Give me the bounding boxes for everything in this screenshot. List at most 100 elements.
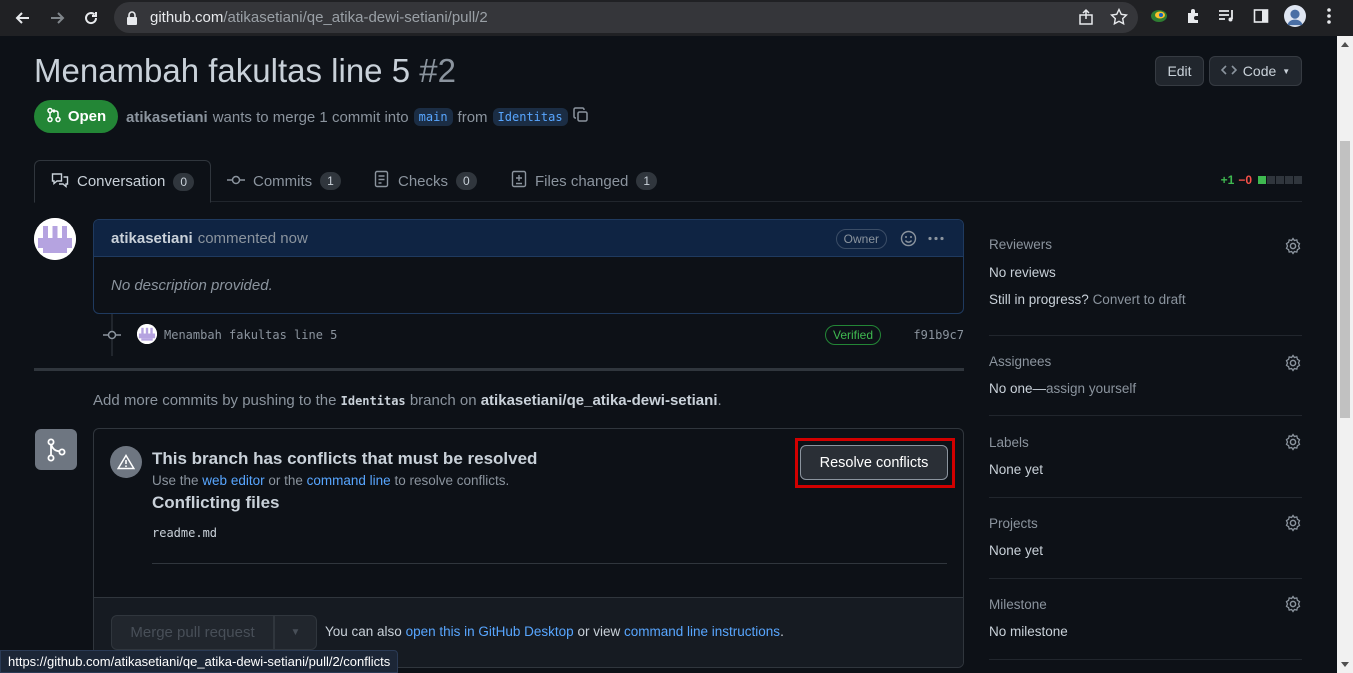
comment-author[interactable]: atikasetiani [111,230,193,247]
copy-icon[interactable] [572,107,589,127]
share-icon[interactable] [1078,8,1096,31]
gear-icon[interactable] [1284,433,1302,451]
edit-button[interactable]: Edit [1155,56,1204,86]
tab-conversation[interactable]: Conversation 0 [34,160,212,203]
gear-icon[interactable] [1284,514,1302,532]
media-control-icon[interactable] [1216,4,1238,28]
extension-logo-icon[interactable] [1148,4,1170,28]
code-icon [1220,63,1237,79]
comment-action[interactable]: commented now [198,230,308,247]
command-line-instructions-link[interactable]: command line instructions [624,624,780,639]
divider [152,563,947,564]
timeline-divider [34,368,964,371]
avatar[interactable] [34,218,76,260]
base-branch-label[interactable]: main [413,108,453,126]
sidebar-title[interactable]: Projects [989,516,1038,531]
browser-toolbar: github.com/atikasetiani/qe_atika-dewi-se… [0,0,1353,36]
code-button[interactable]: Code ▼ [1209,56,1302,86]
sidebar-reviewers: Reviewers No reviews Still in progress? … [989,220,1302,336]
tab-label: Checks [398,172,449,190]
gear-icon[interactable] [1284,595,1302,613]
tab-commits[interactable]: Commits 1 [227,160,341,202]
diffstat-additions: +1 [1220,173,1235,187]
sidebar-title[interactable]: Reviewers [989,237,1052,252]
url-host: github.com [150,9,224,26]
conflict-sub-middle: or the [268,473,303,488]
draft-prompt-text: Still in progress? [989,292,1089,307]
lock-icon [126,10,140,25]
assign-yourself-link[interactable]: assign yourself [1046,381,1136,396]
diffstat-block [1285,176,1293,184]
pr-state-label: Open [67,108,107,125]
push-note-prefix: Add more commits by pushing to the [93,392,337,409]
tab-counter: 0 [173,172,195,191]
tab-label: Conversation [77,173,166,190]
footer-middle: or view [577,624,621,639]
conflict-sub-prefix: Use the [152,473,199,488]
kebab-horizontal-icon[interactable] [927,230,945,252]
diffstat-block [1276,176,1284,184]
back-icon[interactable] [6,1,40,35]
page-scrollbar[interactable] [1337,36,1353,673]
merge-options-dropdown[interactable]: ▼ [274,615,317,650]
footer-prefix: You can also [325,624,402,639]
pr-state-badge: Open [34,100,118,133]
profile-avatar-icon[interactable] [1284,4,1306,28]
sidebar-title[interactable]: Assignees [989,354,1051,369]
git-commit-icon [103,328,121,347]
gear-icon[interactable] [1284,237,1302,255]
sidebar-assignees: Assignees No one—assign yourself [989,336,1302,416]
footer-suffix: . [780,624,784,639]
extensions-puzzle-icon[interactable] [1182,4,1204,28]
tab-label: Commits [253,172,313,190]
tab-counter: 1 [636,172,658,190]
pull-request-icon [46,107,62,127]
merge-text: wants to merge 1 commit into [212,108,409,126]
commit-author-avatar[interactable] [137,324,157,344]
pr-author-link[interactable]: atikasetiani [126,109,208,126]
push-note-suffix: . [717,392,722,409]
tab-counter: 0 [456,172,477,190]
push-note-branch: Identitas [340,394,406,408]
open-github-desktop-link[interactable]: open this in GitHub Desktop [406,624,574,639]
comment-box: atikasetiani commented now Owner No desc… [93,219,964,314]
diffstat: +1 −0 [1221,173,1302,187]
forward-icon[interactable] [40,1,74,35]
resolve-conflicts-button[interactable]: Resolve conflicts [800,445,948,480]
tab-files-changed[interactable]: Files changed 1 [511,160,658,202]
code-button-label: Code [1242,63,1277,79]
sidebar-value: No one—assign yourself [989,381,1136,396]
commit-message-link[interactable]: Menambah fakultas line 5 [164,328,337,342]
scrollbar-thumb[interactable] [1340,141,1350,418]
push-note-repo: atikasetiani/qe_atika-dewi-setiani [480,392,718,409]
sidebar-labels: Labels None yet [989,416,1302,498]
menu-kebab-icon[interactable] [1318,4,1340,28]
pr-tabs: Conversation 0 Commits 1 Checks 0 Files … [34,160,1302,203]
sidebar-title[interactable]: Labels [989,435,1029,450]
pr-title: Menambah fakultas line 5 #2 [34,52,456,90]
git-commit-icon [227,173,245,190]
convert-to-draft-link[interactable]: Convert to draft [1093,292,1186,307]
commit-sha-link[interactable]: f91b9c7 [913,328,964,342]
gear-icon[interactable] [1284,354,1302,372]
side-panel-icon[interactable] [1250,4,1272,28]
smiley-icon[interactable] [900,230,917,252]
comment-header: atikasetiani commented now [94,220,963,257]
command-line-link[interactable]: command line [307,473,391,488]
scroll-up-arrow-icon[interactable] [1341,42,1349,47]
sidebar-title[interactable]: Milestone [989,597,1047,612]
sidebar-projects: Projects None yet [989,498,1302,579]
scroll-down-arrow-icon[interactable] [1341,662,1349,667]
merge-pull-request-button[interactable]: Merge pull request [111,615,274,650]
tab-checks[interactable]: Checks 0 [374,160,477,202]
verified-badge[interactable]: Verified [825,325,882,345]
address-bar[interactable]: github.com/atikasetiani/qe_atika-dewi-se… [114,2,1138,33]
push-note-middle: branch on [409,392,477,409]
head-branch-label[interactable]: Identitas [492,108,568,126]
reload-icon[interactable] [74,1,108,35]
assignees-value: No one— [989,381,1047,396]
commit-row: Menambah fakultas line 5 Verified f91b9c… [103,322,964,348]
bookmark-star-icon[interactable] [1109,7,1129,31]
pr-title-text: Menambah fakultas line 5 [34,52,411,89]
web-editor-link[interactable]: web editor [202,473,264,488]
